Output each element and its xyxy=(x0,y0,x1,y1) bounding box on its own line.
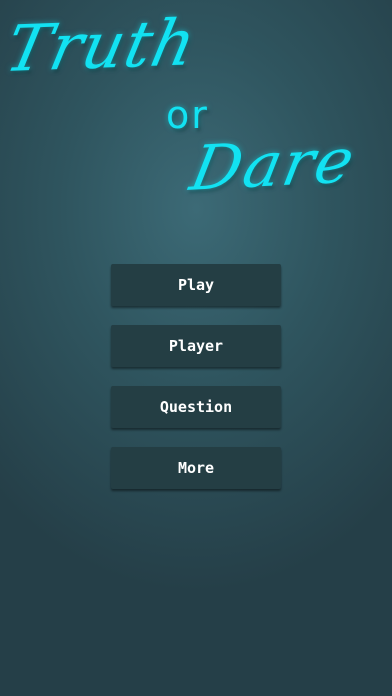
logo-word-dare: Dare xyxy=(184,123,363,205)
play-button[interactable]: Play xyxy=(111,264,281,306)
main-menu: Play Player Question More xyxy=(111,264,281,508)
more-button[interactable]: More xyxy=(111,447,281,489)
question-button[interactable]: Question xyxy=(111,386,281,428)
player-button[interactable]: Player xyxy=(111,325,281,367)
app-logo: Truth or Dare xyxy=(0,0,392,230)
logo-word-or: or xyxy=(166,93,209,137)
logo-word-truth: Truth xyxy=(0,6,204,87)
